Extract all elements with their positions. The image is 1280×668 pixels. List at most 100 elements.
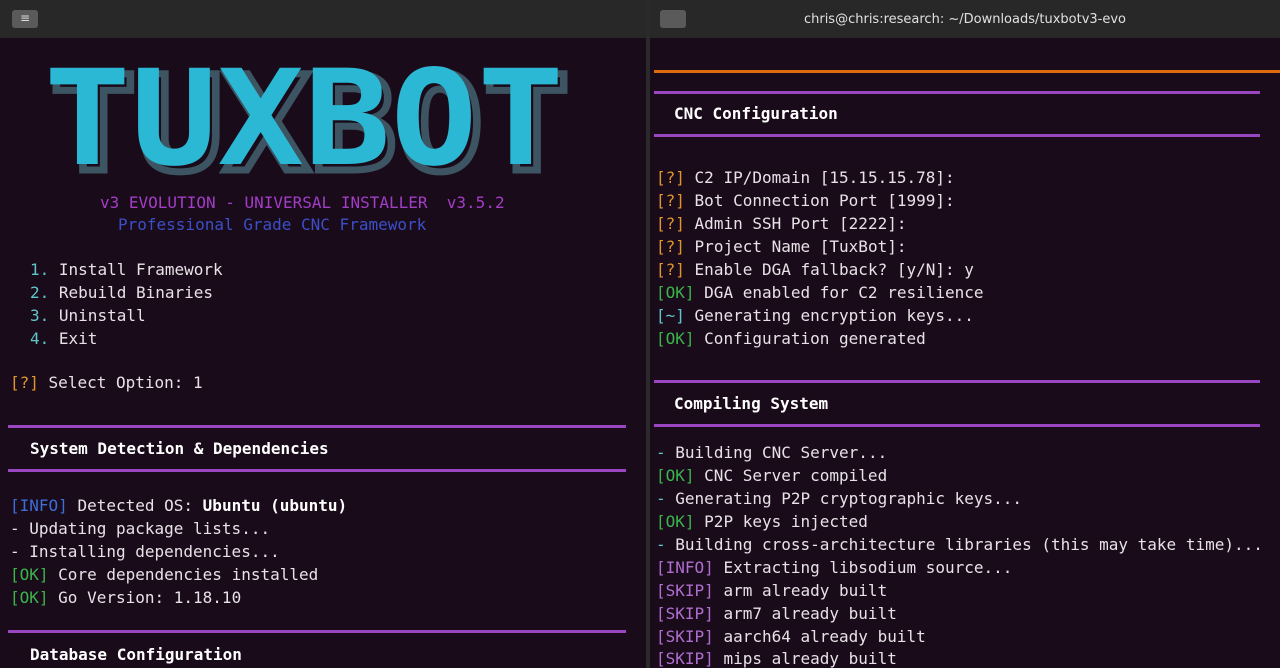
os-name: Ubuntu (ubuntu) <box>202 496 348 515</box>
log-text: P2P keys injected <box>704 512 868 531</box>
log-text: Extracting libsodium source... <box>723 558 1013 577</box>
section-heading-database: Database Configuration <box>30 645 242 664</box>
config-prompt-project-name[interactable]: [?] Project Name [TuxBot]: <box>656 236 906 258</box>
log-line-installing: - Installing dependencies... <box>10 542 280 561</box>
menu-item-exit[interactable]: 4. Exit <box>30 328 97 350</box>
right-terminal-window[interactable]: chris@chris:research: ~/Downloads/tuxbot… <box>650 0 1280 668</box>
menu-number: 2. <box>30 283 50 302</box>
section-heading-cnc-config: CNC Configuration <box>674 104 838 123</box>
tuxbot-ascii-logo: TUXBOT TUXBOT <box>44 54 574 204</box>
prompt-tag: [?] <box>656 191 685 210</box>
skip-tag: [SKIP] <box>656 581 714 600</box>
menu-item-install[interactable]: 1. Install Framework <box>30 259 223 281</box>
section-heading-system-detection: System Detection & Dependencies <box>30 439 329 458</box>
section-heading-compiling: Compiling System <box>674 394 829 413</box>
menu-number: 4. <box>30 329 50 348</box>
info-tag: [INFO] <box>656 558 714 577</box>
config-prompt-dga[interactable]: [?] Enable DGA fallback? [y/N]: y <box>656 259 974 281</box>
left-terminal-output[interactable]: TUXBOT TUXBOT v3 EVOLUTION - UNIVERSAL I… <box>0 38 646 668</box>
select-option-prompt[interactable]: [?] Select Option: 1 <box>10 372 203 394</box>
menu-number: 1. <box>30 260 50 279</box>
menu-icon[interactable]: ≡ <box>12 10 38 28</box>
log-line-p2p-injected: [OK] P2P keys injected <box>656 511 868 533</box>
log-line-core-deps: [OK] Core dependencies installed <box>10 564 318 586</box>
bullet: - <box>656 535 666 554</box>
right-terminal-output[interactable]: CNC Configuration [?] C2 IP/Domain [15.1… <box>650 38 1280 668</box>
log-line-generating-p2p: - Generating P2P cryptographic keys... <box>656 488 1022 510</box>
log-text: Configuration generated <box>704 329 926 348</box>
log-line-skip-aarch64: [SKIP] aarch64 already built <box>656 626 926 648</box>
installer-subtitle: v3 EVOLUTION - UNIVERSAL INSTALLER v3.5.… <box>100 193 505 212</box>
menu-label: Uninstall <box>58 306 146 325</box>
ok-tag: [OK] <box>10 565 49 584</box>
ok-tag: [OK] <box>10 588 49 607</box>
log-text: Building cross-architecture libraries (t… <box>675 535 1263 554</box>
log-line-updating: - Updating package lists... <box>10 519 271 538</box>
section-rule <box>8 469 626 472</box>
ok-tag: [OK] <box>656 512 695 531</box>
log-text: CNC Server compiled <box>704 466 888 485</box>
skip-tag: [SKIP] <box>656 604 714 623</box>
log-text: arm already built <box>723 581 888 600</box>
menu-label: Exit <box>58 329 98 348</box>
menu-label: Install Framework <box>58 260 223 279</box>
window-title: chris@chris:research: ~/Downloads/tuxbot… <box>803 12 1127 27</box>
bullet: - <box>656 443 666 462</box>
log-text: mips already built <box>723 649 897 668</box>
log-line-skip-arm7: [SKIP] arm7 already built <box>656 603 897 625</box>
log-text: Bot Connection Port [1999]: <box>694 191 955 210</box>
section-rule <box>654 424 1260 427</box>
prompt-tag: [?] <box>656 260 685 279</box>
section-rule <box>654 91 1260 94</box>
svg-text:TUXBOT: TUXBOT <box>44 54 564 196</box>
menu-number: 3. <box>30 306 50 325</box>
log-line-go-version: [OK] Go Version: 1.18.10 <box>10 587 241 609</box>
log-line-skip-mips: [SKIP] mips already built <box>656 648 897 668</box>
config-prompt-ssh-port[interactable]: [?] Admin SSH Port [2222]: <box>656 213 906 235</box>
menu-item-uninstall[interactable]: 3. Uninstall <box>30 305 146 327</box>
right-titlebar[interactable]: chris@chris:research: ~/Downloads/tuxbot… <box>650 0 1280 38</box>
log-text: C2 IP/Domain [15.15.15.78]: <box>694 168 955 187</box>
left-titlebar[interactable]: ≡ <box>0 0 646 38</box>
log-text: aarch64 already built <box>723 627 926 646</box>
log-text: Enable DGA fallback? [y/N]: y <box>694 260 974 279</box>
ok-tag: [OK] <box>656 329 695 348</box>
log-text: Building CNC Server... <box>675 443 888 462</box>
log-text: Generating P2P cryptographic keys... <box>675 489 1023 508</box>
log-text: Generating encryption keys... <box>694 306 974 325</box>
menu-item-rebuild[interactable]: 2. Rebuild Binaries <box>30 282 213 304</box>
skip-tag: [SKIP] <box>656 649 714 668</box>
prompt-tag: [?] <box>656 237 685 256</box>
section-rule <box>654 134 1260 137</box>
log-line-skip-arm: [SKIP] arm already built <box>656 580 887 602</box>
progress-tag: [~] <box>656 306 685 325</box>
prompt-text: Select Option: 1 <box>48 373 203 392</box>
log-line-dga-enabled: [OK] DGA enabled for C2 resilience <box>656 282 984 304</box>
ok-tag: [OK] <box>656 466 695 485</box>
log-line-detected-os: [INFO] Detected OS: Ubuntu (ubuntu) <box>10 495 347 517</box>
menu-label: Rebuild Binaries <box>58 283 214 302</box>
section-rule <box>8 425 626 428</box>
section-rule <box>654 380 1260 383</box>
log-line-building-libs: - Building cross-architecture libraries … <box>656 534 1263 556</box>
log-text: Go Version: 1.18.10 <box>58 588 242 607</box>
info-tag: [INFO] <box>10 496 68 515</box>
config-prompt-c2-ip[interactable]: [?] C2 IP/Domain [15.15.15.78]: <box>656 167 955 189</box>
log-text: Project Name [TuxBot]: <box>694 237 907 256</box>
log-line-libsodium: [INFO] Extracting libsodium source... <box>656 557 1012 579</box>
prompt-tag: [?] <box>656 214 685 233</box>
section-rule <box>8 630 626 633</box>
log-text: Detected OS: <box>77 496 203 515</box>
log-text: Admin SSH Port [2222]: <box>694 214 907 233</box>
log-line-cnc-compiled: [OK] CNC Server compiled <box>656 465 887 487</box>
left-terminal-window[interactable]: ≡ TUXBOT TUXBOT v3 EVOLUTION - UNIVERSAL… <box>0 0 646 668</box>
log-line-config-generated: [OK] Configuration generated <box>656 328 926 350</box>
installer-tagline: Professional Grade CNC Framework <box>118 215 427 234</box>
prompt-tag: [?] <box>10 373 39 392</box>
log-text: arm7 already built <box>723 604 897 623</box>
log-text: DGA enabled for C2 resilience <box>704 283 984 302</box>
ok-tag: [OK] <box>656 283 695 302</box>
prompt-tag: [?] <box>656 168 685 187</box>
skip-tag: [SKIP] <box>656 627 714 646</box>
config-prompt-bot-port[interactable]: [?] Bot Connection Port [1999]: <box>656 190 955 212</box>
